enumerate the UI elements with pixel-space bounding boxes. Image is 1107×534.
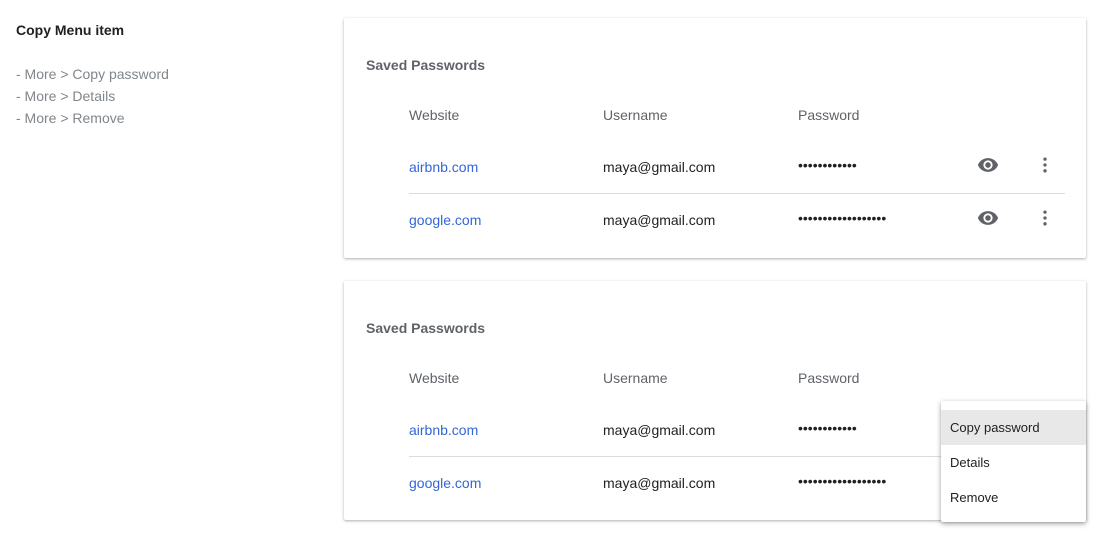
username-value: maya@gmail.com (603, 159, 716, 175)
column-header-username: Username (603, 107, 668, 123)
column-header-username: Username (603, 370, 668, 386)
card-title: Saved Passwords (366, 320, 486, 336)
more-vertical-icon (1043, 157, 1047, 173)
more-actions-button[interactable] (1033, 206, 1057, 230)
password-value: •••••••••••••••••• (798, 473, 887, 489)
menu-item-details[interactable]: Details (941, 445, 1086, 480)
show-password-button[interactable] (976, 206, 1000, 230)
more-vertical-icon (1043, 210, 1047, 226)
website-link[interactable]: google.com (409, 474, 481, 492)
website-link[interactable]: airbnb.com (409, 421, 478, 439)
website-link[interactable]: google.com (409, 211, 481, 229)
menu-item-copy-password[interactable]: Copy password (941, 410, 1086, 445)
card-title: Saved Passwords (366, 57, 486, 73)
eye-icon (977, 158, 999, 172)
password-row: google.com maya@gmail.com ••••••••••••••… (409, 194, 1065, 246)
notes-title: Copy Menu item (16, 22, 125, 38)
more-actions-button[interactable] (1033, 153, 1057, 177)
username-value: maya@gmail.com (603, 212, 716, 228)
note-item: - More > Copy password (16, 66, 169, 82)
column-header-website: Website (409, 370, 460, 386)
eye-icon (977, 211, 999, 225)
more-actions-menu: Copy password Details Remove (941, 401, 1086, 522)
column-header-password: Password (798, 107, 860, 123)
column-header-password: Password (798, 370, 860, 386)
show-password-button[interactable] (976, 153, 1000, 177)
notes-list: - More > Copy password - More > Details … (16, 63, 316, 129)
saved-passwords-card: Saved Passwords Website Username Passwor… (344, 18, 1086, 258)
username-value: maya@gmail.com (603, 422, 716, 438)
username-value: maya@gmail.com (603, 475, 716, 491)
note-item: - More > Remove (16, 110, 125, 126)
website-link[interactable]: airbnb.com (409, 158, 478, 176)
page: Copy Menu item - More > Copy password - … (0, 0, 1107, 534)
password-row: airbnb.com maya@gmail.com •••••••••••• (409, 141, 1065, 194)
column-header-website: Website (409, 107, 460, 123)
password-value: •••••••••••• (798, 420, 857, 436)
password-value: •••••••••••• (798, 157, 857, 173)
note-item: - More > Details (16, 88, 116, 104)
menu-item-remove[interactable]: Remove (941, 480, 1086, 515)
password-value: •••••••••••••••••• (798, 210, 887, 226)
notes-panel: Copy Menu item - More > Copy password - … (16, 20, 316, 129)
